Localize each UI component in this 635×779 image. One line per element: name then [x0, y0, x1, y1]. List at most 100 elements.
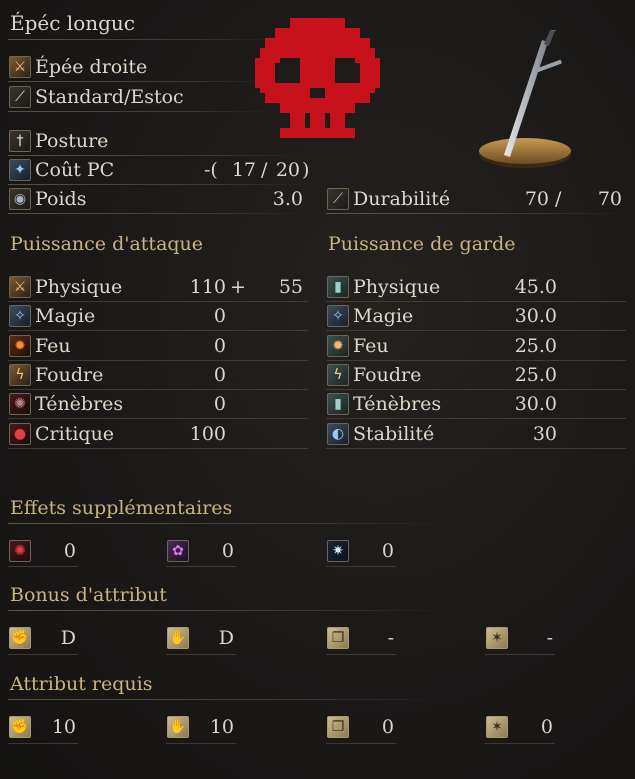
weapon-name: Épéc longuc: [10, 11, 135, 35]
divider: [8, 155, 308, 156]
durability-max: 70: [597, 188, 622, 210]
faith-requirement: 0: [540, 716, 553, 738]
fp-max: 20: [275, 159, 300, 181]
divider: [8, 39, 273, 40]
guard-fire-value: 25.0: [514, 335, 557, 357]
requirements-title: Attribut requis: [10, 673, 153, 695]
guard-fire-label: Feu: [353, 335, 389, 357]
fp-label: Coût PC: [35, 159, 115, 181]
divider: [326, 448, 626, 449]
attack-physical-value: 110: [189, 276, 226, 298]
skill-label: Posture: [35, 130, 109, 152]
poison-icon: ✿: [167, 540, 189, 562]
dark-guard-icon: ▮: [327, 393, 349, 415]
dexterity-scaling: D: [218, 627, 234, 649]
divider: [326, 566, 396, 567]
divider: [8, 743, 78, 744]
fp-separator: /: [261, 159, 268, 181]
dexterity-icon: ✋: [167, 627, 189, 649]
intelligence-requirement: 0: [381, 716, 394, 738]
weight-value: 3.0: [272, 188, 303, 210]
skull-icon: [255, 18, 380, 138]
weight-icon: ◉: [9, 188, 31, 210]
fp-current: 17: [231, 159, 256, 181]
guard-physical-value: 45.0: [514, 276, 557, 298]
attack-critical-value: 100: [189, 423, 226, 445]
attack-power-title: Puissance d'attaque: [10, 233, 204, 255]
physical-icon: ⚔: [9, 276, 31, 298]
divider: [8, 448, 308, 449]
attack-physical-bonus: 55: [278, 276, 303, 298]
divider: [8, 418, 308, 419]
dexterity-icon: ✋: [167, 716, 189, 738]
divider: [8, 330, 308, 331]
weapon-type: Épée droite: [35, 56, 148, 78]
attack-dark-value: 0: [213, 393, 226, 415]
divider: [326, 743, 396, 744]
divider: [166, 566, 236, 567]
durability-icon: ⟋: [327, 188, 349, 210]
attack-magic-label: Magie: [35, 305, 96, 327]
divider: [8, 654, 78, 655]
weight-label: Poids: [35, 188, 87, 210]
fire-guard-icon: ✹: [327, 335, 349, 357]
critical-icon: ●: [9, 423, 31, 445]
faith-scaling: -: [546, 627, 553, 649]
magic-guard-icon: ✧: [327, 305, 349, 327]
divider: [8, 81, 273, 82]
fp-prefix: -(: [204, 159, 218, 181]
skill-icon: †: [9, 130, 31, 152]
divider: [166, 743, 236, 744]
divider: [326, 213, 626, 214]
attack-type: Standard/Estoc: [35, 86, 184, 108]
strength-icon: ✊: [9, 716, 31, 738]
strength-requirement: 10: [51, 716, 76, 738]
divider: [326, 360, 626, 361]
divider: [326, 389, 626, 390]
dark-icon: ✺: [9, 393, 31, 415]
attack-dark-label: Ténèbres: [35, 393, 124, 415]
frost-value: 0: [381, 540, 394, 562]
intelligence-scaling: -: [387, 627, 394, 649]
fp-cost-icon: ✦: [9, 159, 31, 181]
physical-guard-icon: ▮: [327, 276, 349, 298]
lightning-guard-icon: ϟ: [327, 364, 349, 386]
magic-icon: ✧: [9, 305, 31, 327]
fire-icon: ✹: [9, 335, 31, 357]
guard-lightning-value: 25.0: [514, 364, 557, 386]
dexterity-requirement: 10: [209, 716, 234, 738]
faith-icon: ✶: [486, 716, 508, 738]
attack-lightning-value: 0: [213, 364, 226, 386]
attack-critical-label: Critique: [35, 423, 115, 445]
scaling-title: Bonus d'attribut: [10, 584, 167, 606]
divider: [326, 654, 396, 655]
poison-value: 0: [221, 540, 234, 562]
sword-icon: [479, 30, 571, 168]
divider: [8, 610, 448, 611]
faith-icon: ✶: [486, 627, 508, 649]
divider: [485, 654, 555, 655]
durability-label: Durabilité: [353, 188, 451, 210]
divider: [485, 743, 555, 744]
divider: [8, 213, 308, 214]
frost-icon: ✷: [327, 540, 349, 562]
divider: [166, 654, 236, 655]
guard-stability-label: Stabilité: [353, 423, 435, 445]
divider: [8, 360, 308, 361]
effects-title: Effets supplémentaires: [10, 497, 233, 519]
guard-physical-label: Physique: [353, 276, 441, 298]
stability-icon: ◐: [327, 423, 349, 445]
divider: [326, 330, 626, 331]
attack-lightning-label: Foudre: [35, 364, 104, 386]
straight-sword-type-icon: ⚔: [9, 56, 31, 78]
attack-fire-label: Feu: [35, 335, 71, 357]
lightning-icon: ϟ: [9, 364, 31, 386]
intelligence-icon: ❐: [327, 627, 349, 649]
guard-stability-value: 30: [532, 423, 557, 445]
attack-magic-value: 0: [213, 305, 226, 327]
divider: [8, 111, 273, 112]
attack-physical-label: Physique: [35, 276, 123, 298]
guard-power-title: Puissance de garde: [328, 233, 516, 255]
strength-scaling: D: [60, 627, 76, 649]
divider: [8, 301, 308, 302]
